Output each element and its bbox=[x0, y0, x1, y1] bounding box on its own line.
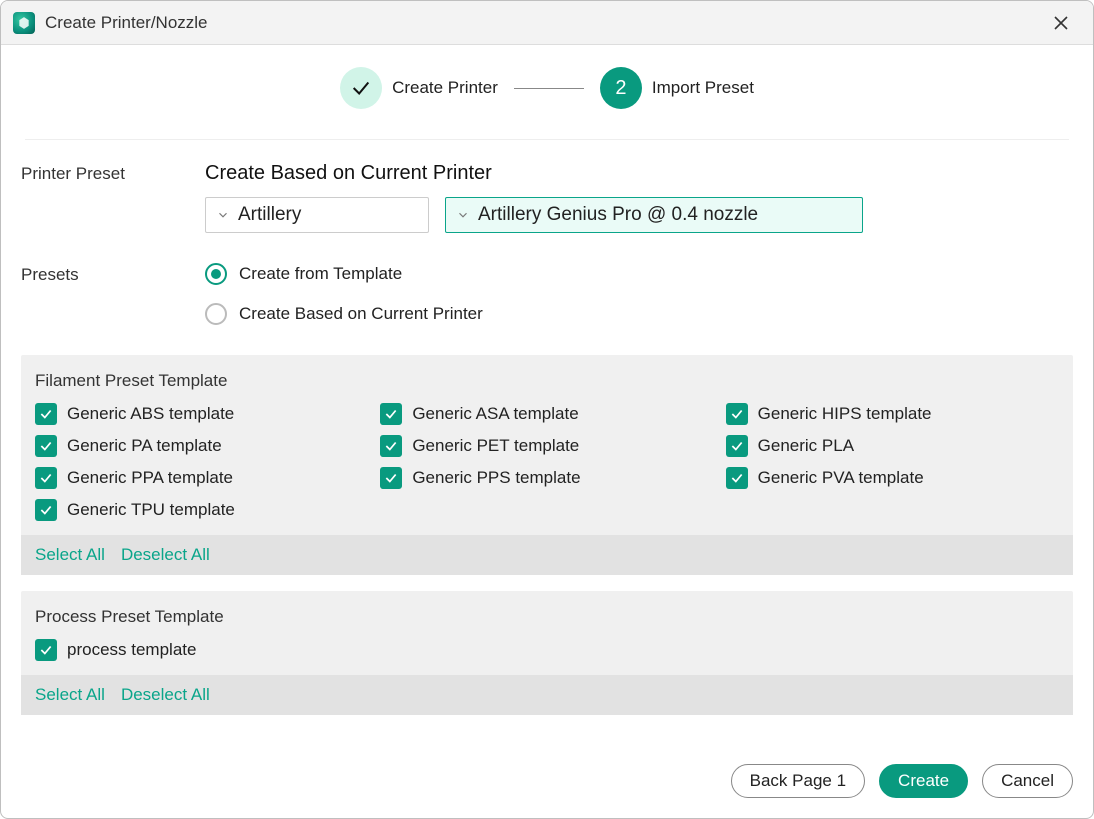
radio-based-on-current[interactable]: Create Based on Current Printer bbox=[205, 303, 1073, 325]
checkbox-label: Generic PET template bbox=[412, 436, 579, 456]
checkbox-label: Generic ABS template bbox=[67, 404, 234, 424]
app-icon bbox=[13, 12, 35, 34]
step-connector bbox=[514, 88, 584, 89]
checkbox-label: process template bbox=[67, 640, 196, 660]
checkbox-icon bbox=[35, 499, 57, 521]
filament-deselect-all[interactable]: Deselect All bbox=[121, 545, 210, 565]
radio-icon bbox=[205, 303, 227, 325]
checkbox-label: Generic PPS template bbox=[412, 468, 580, 488]
close-icon bbox=[1053, 15, 1069, 31]
checkbox-icon bbox=[35, 639, 57, 661]
checkbox-icon bbox=[35, 467, 57, 489]
brand-select-value: Artillery bbox=[238, 204, 301, 226]
radio-current-label: Create Based on Current Printer bbox=[239, 304, 483, 324]
printer-preset-heading: Create Based on Current Printer bbox=[205, 162, 1073, 185]
filament-grid: Generic ABS template Generic ASA template… bbox=[35, 403, 1059, 521]
checkbox-label: Generic ASA template bbox=[412, 404, 578, 424]
process-grid: process template bbox=[35, 639, 1059, 661]
checkbox-item[interactable]: Generic PA template bbox=[35, 435, 368, 457]
checkbox-label: Generic PVA template bbox=[758, 468, 924, 488]
step-create-printer: Create Printer bbox=[340, 67, 498, 109]
radio-create-from-template[interactable]: Create from Template bbox=[205, 263, 1073, 285]
model-select[interactable]: Artillery Genius Pro @ 0.4 nozzle bbox=[445, 197, 863, 233]
checkbox-icon bbox=[380, 467, 402, 489]
button-row: Back Page 1 Create Cancel bbox=[1, 750, 1093, 818]
stepper: Create Printer 2 Import Preset bbox=[21, 67, 1073, 109]
close-button[interactable] bbox=[1041, 3, 1081, 43]
checkbox-icon bbox=[726, 403, 748, 425]
checkbox-icon bbox=[726, 435, 748, 457]
back-button[interactable]: Back Page 1 bbox=[731, 764, 865, 798]
step2-label: Import Preset bbox=[652, 78, 754, 98]
step2-number: 2 bbox=[600, 67, 642, 109]
printer-preset-label: Printer Preset bbox=[21, 162, 205, 184]
presets-row: Presets Create from Template Create Base… bbox=[21, 263, 1073, 325]
checkbox-label: Generic PA template bbox=[67, 436, 222, 456]
checkbox-label: Generic HIPS template bbox=[758, 404, 932, 424]
filament-panel-title: Filament Preset Template bbox=[35, 371, 1059, 391]
checkbox-item[interactable]: Generic TPU template bbox=[35, 499, 368, 521]
process-deselect-all[interactable]: Deselect All bbox=[121, 685, 210, 705]
titlebar: Create Printer/Nozzle bbox=[1, 1, 1093, 45]
checkbox-item[interactable]: Generic PPS template bbox=[380, 467, 713, 489]
filament-select-all[interactable]: Select All bbox=[35, 545, 105, 565]
create-button[interactable]: Create bbox=[879, 764, 968, 798]
brand-select[interactable]: Artillery bbox=[205, 197, 429, 233]
dialog-window: Create Printer/Nozzle Create Printer 2 I… bbox=[0, 0, 1094, 819]
checkbox-label: Generic PPA template bbox=[67, 468, 233, 488]
process-panel-title: Process Preset Template bbox=[35, 607, 1059, 627]
checkbox-item[interactable]: Generic PPA template bbox=[35, 467, 368, 489]
filament-panel: Filament Preset Template Generic ABS tem… bbox=[21, 355, 1073, 575]
cancel-button[interactable]: Cancel bbox=[982, 764, 1073, 798]
checkbox-icon bbox=[380, 403, 402, 425]
presets-label: Presets bbox=[21, 263, 205, 285]
checkbox-label: Generic PLA bbox=[758, 436, 854, 456]
checkbox-label: Generic TPU template bbox=[67, 500, 235, 520]
divider bbox=[25, 139, 1069, 140]
radio-template-label: Create from Template bbox=[239, 264, 402, 284]
checkbox-icon bbox=[726, 467, 748, 489]
checkbox-item[interactable]: Generic ASA template bbox=[380, 403, 713, 425]
step-import-preset: 2 Import Preset bbox=[600, 67, 754, 109]
printer-preset-row: Printer Preset Create Based on Current P… bbox=[21, 162, 1073, 233]
checkbox-item[interactable]: Generic PLA bbox=[726, 435, 1059, 457]
radio-icon bbox=[205, 263, 227, 285]
checkbox-icon bbox=[380, 435, 402, 457]
window-title: Create Printer/Nozzle bbox=[45, 13, 208, 33]
chevron-down-icon bbox=[456, 208, 470, 222]
checkbox-item[interactable]: Generic HIPS template bbox=[726, 403, 1059, 425]
chevron-down-icon bbox=[216, 208, 230, 222]
check-icon bbox=[340, 67, 382, 109]
checkbox-item[interactable]: process template bbox=[35, 639, 368, 661]
checkbox-item[interactable]: Generic PET template bbox=[380, 435, 713, 457]
process-panel: Process Preset Template process template… bbox=[21, 591, 1073, 715]
step1-label: Create Printer bbox=[392, 78, 498, 98]
model-select-value: Artillery Genius Pro @ 0.4 nozzle bbox=[478, 204, 758, 226]
checkbox-item[interactable]: Generic PVA template bbox=[726, 467, 1059, 489]
checkbox-icon bbox=[35, 435, 57, 457]
checkbox-item[interactable]: Generic ABS template bbox=[35, 403, 368, 425]
checkbox-icon bbox=[35, 403, 57, 425]
process-select-all[interactable]: Select All bbox=[35, 685, 105, 705]
